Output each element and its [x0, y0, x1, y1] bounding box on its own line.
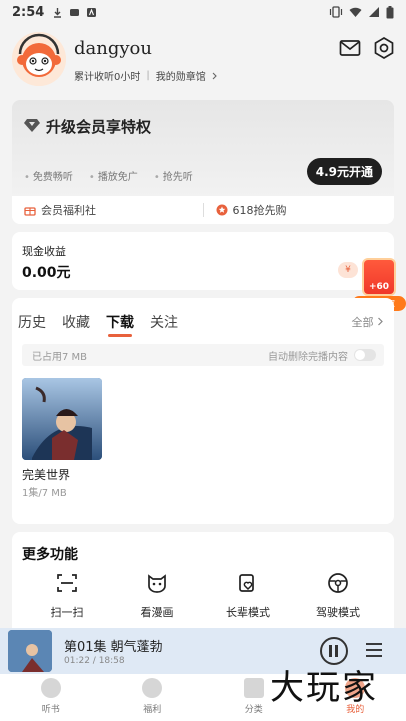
storage-bar: 已占用7 MB 自动删除完播内容 — [22, 344, 384, 366]
a-status-icon — [87, 7, 97, 17]
vip-open-button[interactable]: 4.9元开通 — [306, 158, 382, 185]
wifi-icon — [349, 7, 362, 17]
comic-icon — [148, 574, 166, 593]
nav-listen[interactable]: 听书 — [0, 674, 102, 721]
storage-used: 已占用7 MB — [32, 352, 88, 363]
auto-delete-label: 自动删除完播内容 — [268, 352, 348, 363]
more-functions-heading: 更多功能 — [22, 547, 78, 563]
cover-artwork — [22, 378, 102, 460]
album-cover[interactable] — [22, 378, 102, 460]
vip-feature: 抢先听 — [154, 168, 193, 183]
auto-delete-toggle[interactable] — [354, 349, 376, 361]
member-welfare-label: 会员福利社 — [41, 204, 96, 217]
tab-history[interactable]: 历史 — [18, 312, 46, 332]
signal-icon — [369, 7, 379, 17]
listen-icon — [40, 678, 61, 698]
vibrate-icon — [329, 6, 343, 18]
function-elder-mode[interactable]: 长辈模式 — [210, 572, 286, 620]
status-time: 2:54 — [12, 4, 45, 20]
function-driving-mode[interactable]: 驾驶模式 — [300, 572, 376, 620]
playback-progress: 01:22 / 18:58 — [64, 656, 125, 666]
vip-card[interactable]: 升级会员享特权 免费畅听 播放免广 抢先听 4.9元开通 会员福利社 618抢先… — [12, 100, 394, 224]
vip-links: 会员福利社 618抢先购 — [12, 196, 394, 224]
chevron-right-icon — [378, 317, 383, 326]
system-icons — [329, 5, 394, 19]
function-label: 驾驶模式 — [316, 606, 360, 619]
library-panel: 历史 收藏 下载 关注 全部 已占用7 MB 自动删除完播内容 完美世界 1集/… — [12, 298, 394, 524]
function-scan[interactable]: 扫一扫 — [29, 572, 105, 620]
watermark: 大玩家 — [270, 668, 378, 708]
player-thumbnail[interactable] — [8, 630, 52, 672]
episode-title: 第01集 朝气蓬勃 — [64, 640, 163, 655]
tab-following[interactable]: 关注 — [150, 312, 178, 332]
cash-earnings-card[interactable]: 现金收益 0.00元 ¥ — [12, 232, 394, 290]
settings-icon[interactable] — [372, 36, 396, 60]
function-label: 扫一扫 — [50, 606, 84, 619]
thumbnail-artwork — [8, 630, 52, 672]
sale-618-label: 618抢先购 — [232, 204, 287, 217]
battery-icon — [386, 5, 394, 18]
gift-icon — [24, 207, 36, 216]
cash-label: 现金收益 — [22, 245, 66, 258]
view-all-label: 全部 — [351, 316, 374, 329]
listen-time: 累计收听0小时 — [74, 72, 141, 83]
mail-icon[interactable] — [338, 36, 362, 60]
badge-hall-link[interactable]: 我的勋章馆 — [156, 68, 206, 83]
vip-feature: 免费畅听 — [24, 168, 73, 183]
playlist-icon[interactable] — [364, 640, 384, 660]
meta-divider: | — [146, 70, 150, 81]
tab-favorites[interactable]: 收藏 — [62, 312, 90, 332]
cash-value: 0.00元 — [22, 265, 71, 281]
elder-mode-icon — [239, 574, 254, 592]
chevron-right-icon — [212, 72, 217, 79]
view-all-link[interactable]: 全部 — [352, 314, 385, 330]
category-icon — [243, 678, 264, 698]
reward-amount: +60 — [368, 282, 390, 292]
welfare-icon — [142, 678, 163, 698]
notification-icons — [52, 7, 97, 18]
download-item-meta: 1集/7 MB — [22, 488, 67, 499]
steering-wheel-icon — [328, 573, 348, 593]
vip-feature: 播放免广 — [89, 168, 138, 183]
vip-features: 免费畅听 播放免广 抢先听 — [24, 168, 193, 183]
app-status-icon — [70, 8, 80, 16]
scan-icon — [57, 574, 77, 592]
profile-header: dangyou 累计收听0小时 | 我的勋章馆 — [0, 24, 406, 94]
sale-618-link[interactable]: 618抢先购 — [204, 202, 395, 218]
star-badge-icon — [216, 204, 227, 216]
vip-title: 升级会员享特权 — [46, 118, 152, 136]
username: dangyou — [74, 38, 152, 59]
member-welfare-link[interactable]: 会员福利社 — [12, 202, 203, 218]
profile-meta: 累计收听0小时 | 我的勋章馆 — [74, 68, 218, 83]
nav-label: 听书 — [41, 705, 60, 715]
download-item-title[interactable]: 完美世界 — [22, 466, 70, 483]
avatar[interactable] — [12, 32, 66, 86]
tab-downloads[interactable]: 下载 — [106, 312, 134, 337]
nav-label: 福利 — [143, 705, 162, 715]
diamond-icon — [24, 119, 40, 132]
function-label: 长辈模式 — [226, 606, 270, 619]
more-functions-panel: 更多功能 扫一扫 看漫画 长辈模式 驾驶模式 — [12, 532, 394, 628]
status-bar: 2:54 — [0, 0, 406, 24]
nav-welfare[interactable]: 福利 — [102, 674, 204, 721]
library-tabs: 历史 收藏 下载 关注 — [18, 312, 178, 337]
function-comic[interactable]: 看漫画 — [119, 572, 195, 620]
download-status-icon — [54, 7, 62, 18]
function-label: 看漫画 — [140, 606, 174, 619]
monkey-avatar-icon — [12, 32, 66, 86]
